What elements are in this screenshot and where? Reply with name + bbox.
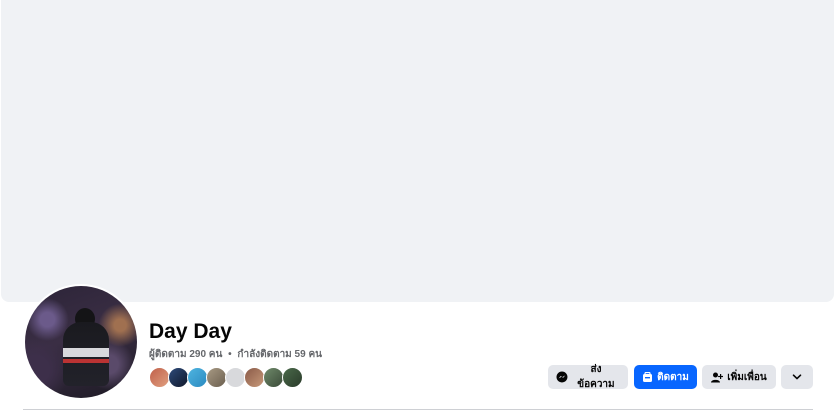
profile-header-divider	[23, 409, 813, 410]
friend-avatar[interactable]	[263, 367, 284, 388]
messenger-icon	[556, 371, 568, 383]
message-label: ส่งข้อความ	[577, 364, 615, 390]
friend-avatar[interactable]	[187, 367, 208, 388]
friend-avatar[interactable]	[149, 367, 170, 388]
message-button[interactable]: ส่งข้อความ	[548, 364, 628, 390]
profile-name: Day Day	[149, 320, 232, 343]
friend-avatar[interactable]	[206, 367, 227, 388]
stats-separator: •	[228, 349, 232, 360]
profile-picture-frame	[23, 284, 139, 400]
more-options-button[interactable]	[781, 365, 813, 389]
cover-photo[interactable]	[1, 0, 834, 302]
follow-icon	[643, 371, 653, 382]
follow-label: ติดตาม	[657, 371, 689, 383]
chevron-down-icon	[792, 374, 802, 380]
add-friend-icon	[711, 372, 724, 382]
follow-stats: ผู้ติดตาม 290 คน • กำลังติดตาม 59 คน	[149, 347, 325, 362]
follow-button[interactable]: ติดตาม	[634, 365, 697, 389]
friend-avatar-placeholder[interactable]	[225, 367, 246, 388]
profile-picture[interactable]	[25, 286, 137, 398]
friend-avatar[interactable]	[168, 367, 189, 388]
add-friend-button[interactable]: เพิ่มเพื่อน	[702, 365, 776, 389]
following-link[interactable]: กำลังติดตาม 59 คน	[237, 349, 322, 360]
friend-avatar[interactable]	[282, 367, 303, 388]
avatar-figure	[63, 322, 109, 386]
friend-avatar[interactable]	[244, 367, 265, 388]
followers-link[interactable]: ผู้ติดตาม 290 คน	[149, 349, 222, 360]
add-friend-label: เพิ่มเพื่อน	[727, 371, 767, 383]
